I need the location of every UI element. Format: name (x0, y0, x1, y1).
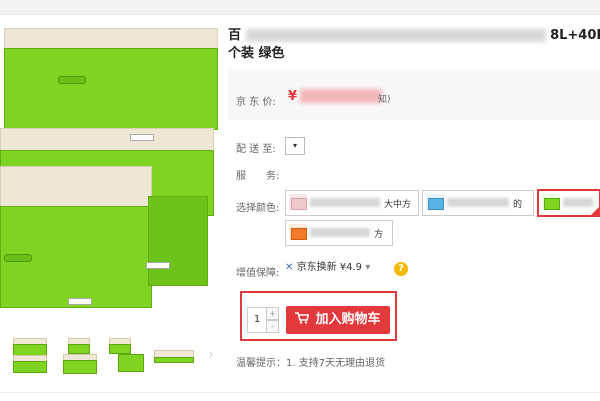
price-label: 京 东 价: (236, 97, 276, 108)
delivery-location-select[interactable]: ▾ (285, 137, 305, 155)
help-icon[interactable]: ? (394, 262, 408, 276)
add-to-cart-label: 加入购物车 (315, 312, 381, 327)
box-green-icon (542, 194, 560, 210)
purchase-tip: 温馨提示：1. 支持7天无理由退货 (236, 358, 386, 369)
box-large-lid (4, 28, 218, 50)
title-line-2: 个装 绿色 (228, 46, 285, 61)
price-panel: 京 东 价: ¥ 知) (228, 70, 600, 120)
thumbnail-2[interactable] (60, 334, 98, 374)
product-title: 百 8L+40L+ 个装 绿色 (228, 25, 600, 65)
price-tail: 知) (378, 95, 391, 105)
warranty-label: 增值保障: (236, 268, 280, 279)
quantity-increase-button[interactable]: + (266, 307, 279, 320)
box-side-logo (146, 262, 170, 269)
box-small-side (148, 196, 208, 286)
box-small-lid (0, 166, 152, 208)
thumbnail-1[interactable] (10, 334, 48, 374)
color-label: 选择颜色: (236, 203, 280, 214)
delivery-label: 配 送 至: (236, 144, 276, 155)
product-main-image[interactable] (0, 22, 222, 332)
color-option-pink[interactable]: 大中方 (285, 190, 419, 216)
title-lead-char: 百 (228, 28, 242, 43)
thumbnail-4[interactable] (154, 334, 194, 374)
add-to-cart-button[interactable]: 加入购物车 (286, 306, 390, 334)
color-option-blue[interactable]: 的 (422, 190, 534, 216)
box-medium-logo (130, 134, 154, 141)
title-visible-fragment: 8L+40L+ (550, 28, 600, 43)
box-orange-icon (289, 224, 307, 240)
quantity-decrease-button[interactable]: - (266, 320, 279, 333)
color-option-orange[interactable]: 方 (285, 220, 393, 246)
box-small-logo (68, 298, 92, 305)
box-medium-lid (0, 128, 214, 152)
thumbnail-strip: › (0, 334, 222, 382)
box-large-handle (58, 76, 86, 84)
box-large-body (4, 48, 218, 130)
price-redacted (300, 89, 382, 103)
warranty-select[interactable]: ✕ 京东换新 ¥4.9 ▾ (285, 258, 370, 278)
box-pink-icon (289, 194, 307, 210)
wrench-cross-icon: ✕ (285, 262, 294, 273)
price-currency: ¥ (288, 89, 298, 104)
service-label: 服 务: (236, 171, 280, 182)
thumbnail-3[interactable] (106, 334, 144, 374)
box-blue-icon (426, 194, 444, 210)
chevron-down-icon: ▾ (365, 262, 371, 273)
color-option-green-selected[interactable] (537, 189, 600, 217)
selected-corner-icon (591, 207, 599, 215)
shopping-cart-icon (295, 312, 310, 324)
thumbnail-next-arrow[interactable]: › (205, 348, 217, 362)
title-redacted (245, 29, 546, 42)
top-strip (0, 0, 600, 15)
quantity-input[interactable]: 1 (247, 307, 267, 333)
box-small-handle (4, 254, 32, 262)
warranty-value: 京东换新 ¥4.9 (296, 262, 363, 273)
